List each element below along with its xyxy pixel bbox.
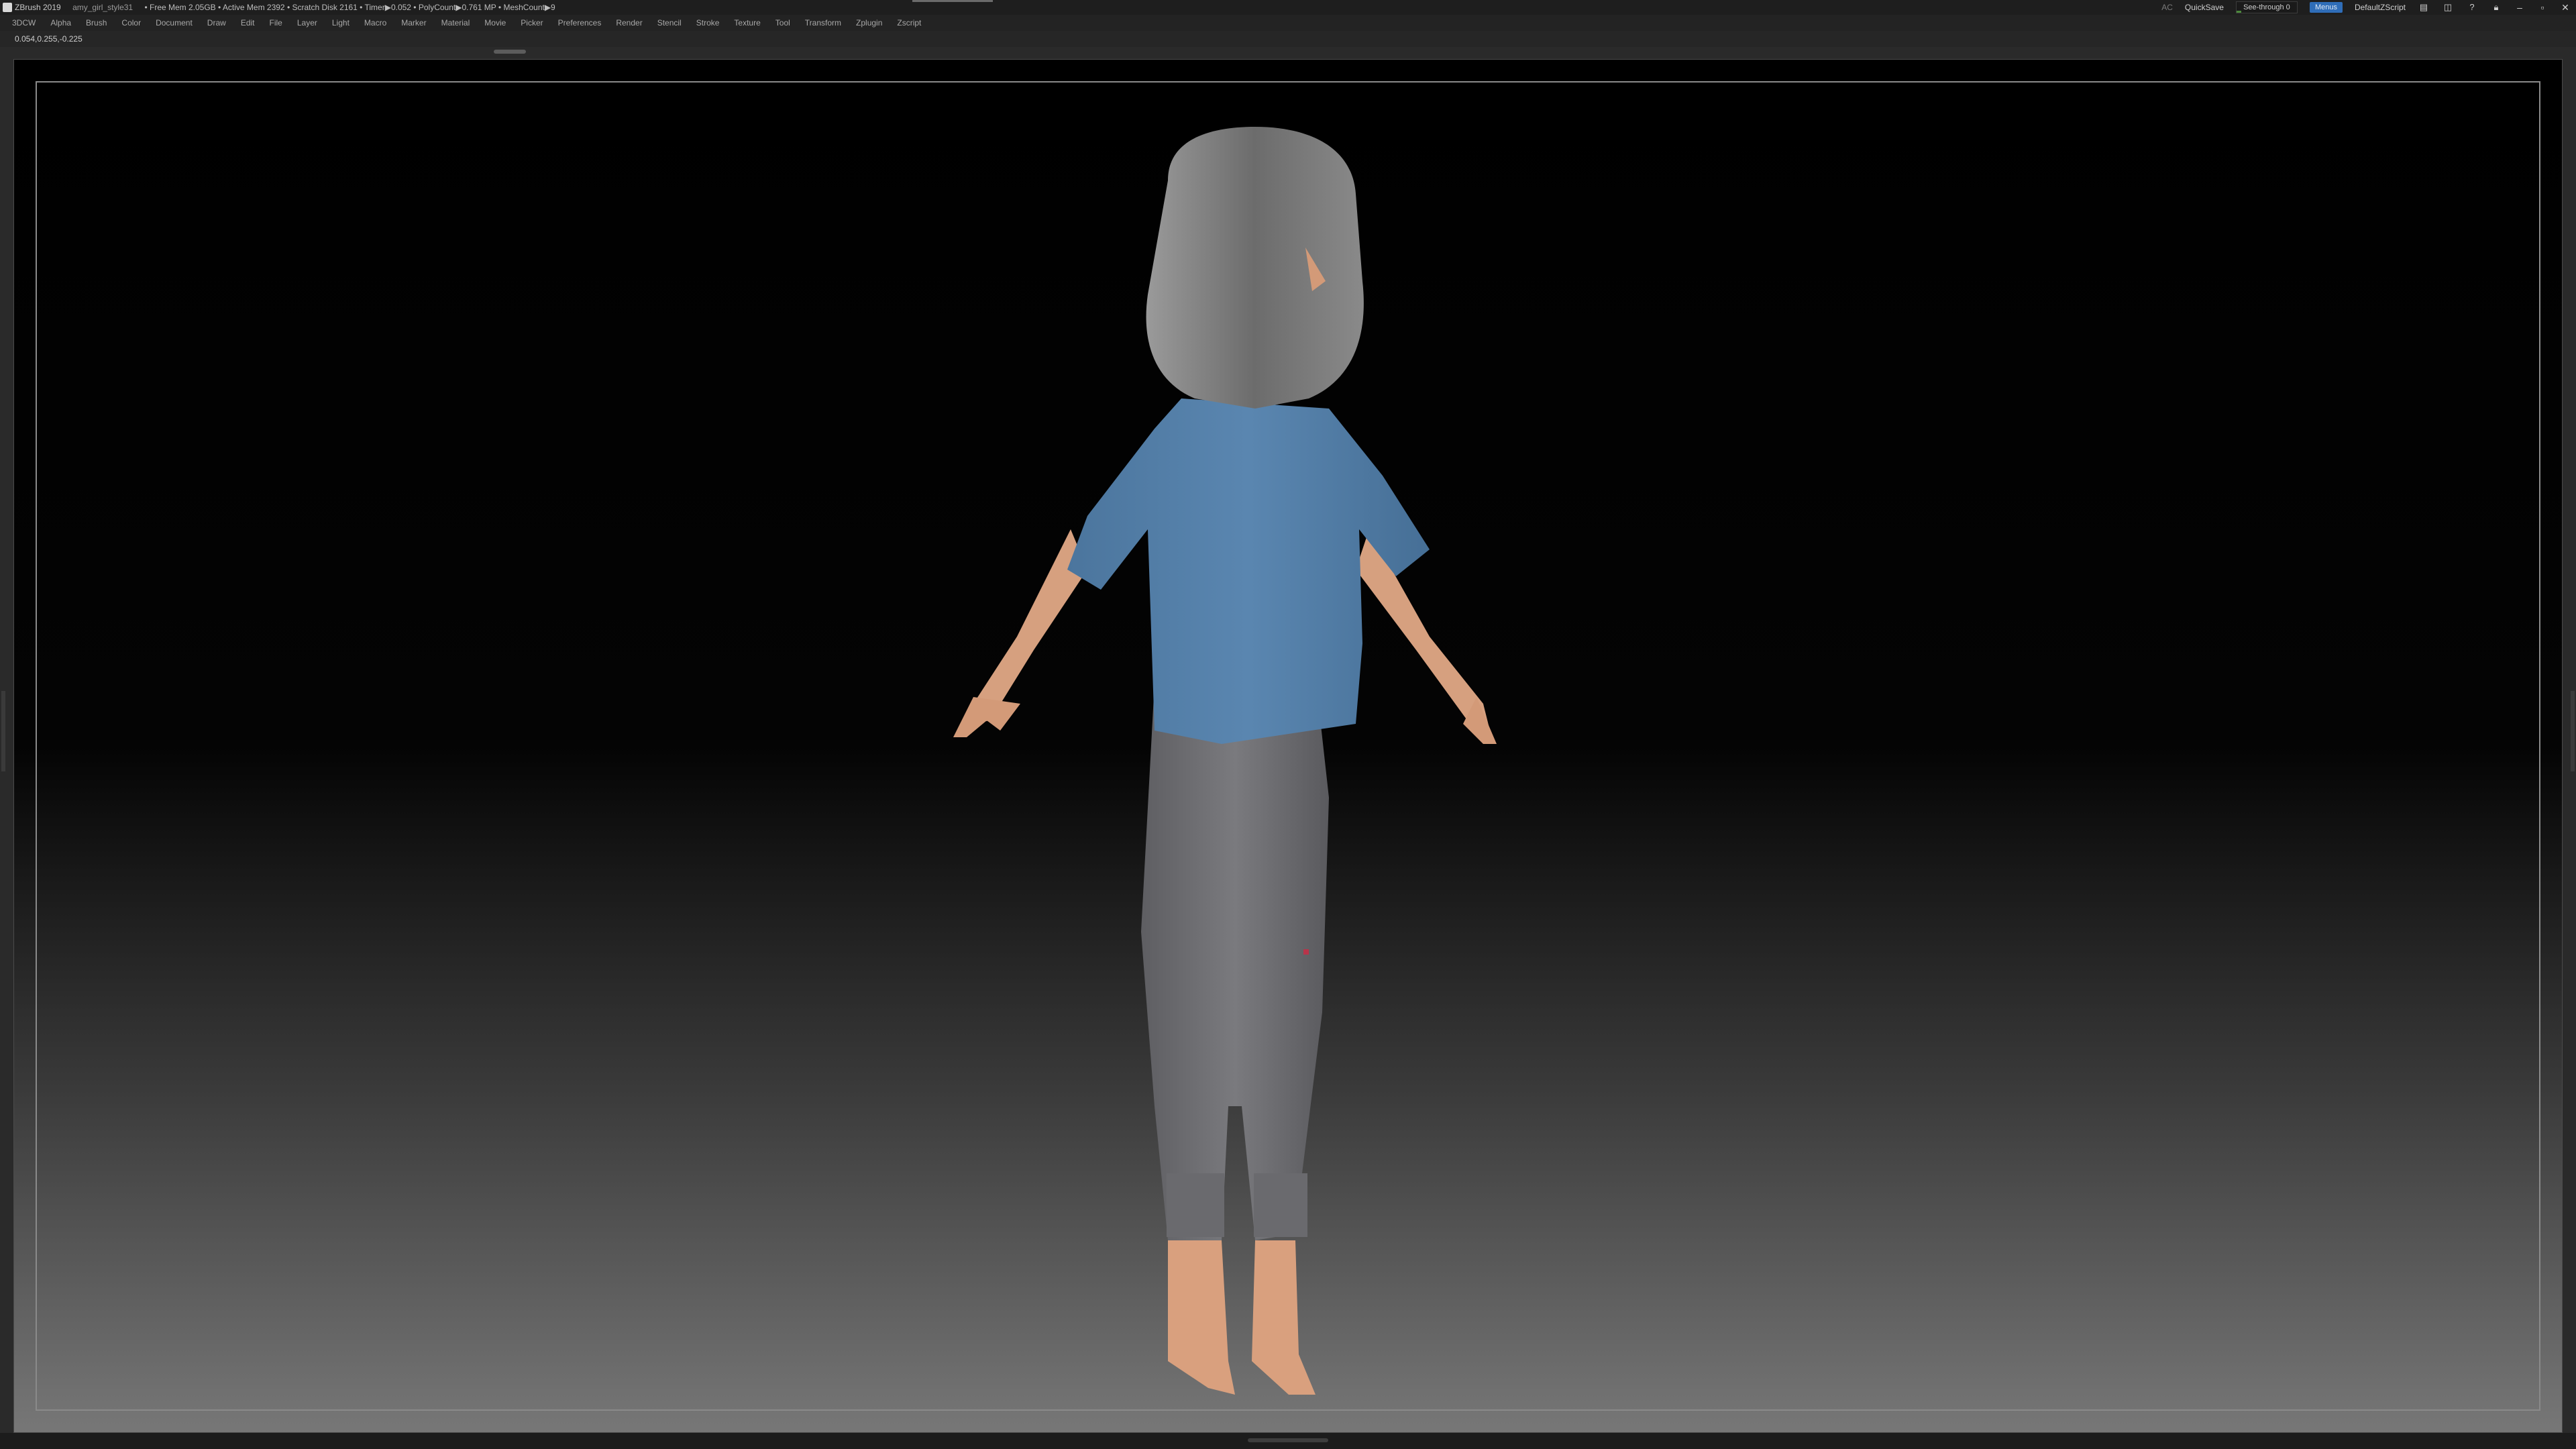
palette-icon[interactable]: ◫ — [2442, 3, 2454, 12]
status-strip: 0.054,0.255,-0.225 — [0, 31, 2576, 47]
menu-edit[interactable]: Edit — [241, 15, 255, 31]
minimize-icon[interactable]: – — [2514, 0, 2525, 15]
bottom-tray — [0, 1433, 2576, 1449]
layout-icon[interactable]: ▤ — [2418, 3, 2430, 12]
memory-stats: • Free Mem 2.05GB • Active Mem 2392 • Sc… — [144, 3, 555, 12]
menu-layer[interactable]: Layer — [297, 15, 317, 31]
default-zscript-button[interactable]: DefaultZScript — [2355, 0, 2406, 15]
menu-transform[interactable]: Transform — [805, 15, 841, 31]
zbrush-logo-icon — [3, 3, 12, 12]
right-tray-handle[interactable] — [2571, 691, 2575, 771]
menu-movie[interactable]: Movie — [484, 15, 506, 31]
legs — [1168, 1240, 1316, 1395]
menu-color[interactable]: Color — [121, 15, 141, 31]
menu-render[interactable]: Render — [616, 15, 642, 31]
bottom-tray-handle[interactable] — [1248, 1438, 1328, 1442]
menu-items: 3DCW Alpha Brush Color Document Draw Edit File L… — [12, 15, 921, 31]
title-tab-indicator — [912, 0, 993, 2]
see-through-slider[interactable]: See-through 0 — [2235, 1, 2298, 13]
see-through-fill — [2236, 11, 2242, 13]
menus-button[interactable]: Menus — [2309, 2, 2343, 13]
document-name: amy_girl_style31 — [72, 3, 133, 12]
canvas-viewport[interactable] — [13, 59, 2563, 1433]
left-arm — [953, 529, 1087, 737]
close-icon[interactable]: ✕ — [2560, 0, 2571, 15]
menu-marker[interactable]: Marker — [401, 15, 426, 31]
menu-picker[interactable]: Picker — [521, 15, 543, 31]
restore-icon[interactable]: ▫ — [2537, 0, 2548, 15]
menu-preferences[interactable]: Preferences — [558, 15, 602, 31]
menu-3dcw[interactable]: 3DCW — [12, 15, 36, 31]
right-arm — [1356, 529, 1497, 744]
menu-stroke[interactable]: Stroke — [696, 15, 720, 31]
menu-material[interactable]: Material — [441, 15, 470, 31]
help-icon[interactable]: ? — [2466, 3, 2478, 12]
title-bar: ZBrush 2019 amy_girl_style31 • Free Mem … — [0, 0, 2576, 15]
menu-light[interactable]: Light — [332, 15, 350, 31]
character-model — [953, 127, 1497, 1395]
hair — [1146, 127, 1364, 409]
coordinate-readout: 0.054,0.255,-0.225 — [15, 34, 83, 44]
quicksave-button[interactable]: QuickSave — [2185, 0, 2224, 15]
pants — [1141, 677, 1329, 1240]
left-tray-handle[interactable] — [1, 691, 5, 771]
menu-zscript[interactable]: Zscript — [897, 15, 921, 31]
menu-file[interactable]: File — [270, 15, 282, 31]
app-title: ZBrush 2019 — [15, 3, 61, 12]
menu-brush[interactable]: Brush — [86, 15, 107, 31]
menu-zplugin[interactable]: Zplugin — [856, 15, 882, 31]
menu-bar: 3DCW Alpha Brush Color Document Draw Edit File L… — [0, 15, 2576, 31]
brush-cursor-marker — [1303, 949, 1309, 955]
see-through-label: See-through 0 — [2243, 3, 2290, 11]
menu-document[interactable]: Document — [156, 15, 193, 31]
menu-texture[interactable]: Texture — [734, 15, 760, 31]
menu-draw[interactable]: Draw — [207, 15, 226, 31]
lock-icon[interactable]: 🔒︎ — [2490, 3, 2502, 12]
menu-alpha[interactable]: Alpha — [50, 15, 71, 31]
menu-macro[interactable]: Macro — [364, 15, 386, 31]
shelf-drag-handle[interactable] — [494, 50, 526, 54]
menu-stencil[interactable]: Stencil — [657, 15, 682, 31]
menu-tool[interactable]: Tool — [775, 15, 790, 31]
ac-toggle[interactable]: AC — [2161, 0, 2173, 15]
